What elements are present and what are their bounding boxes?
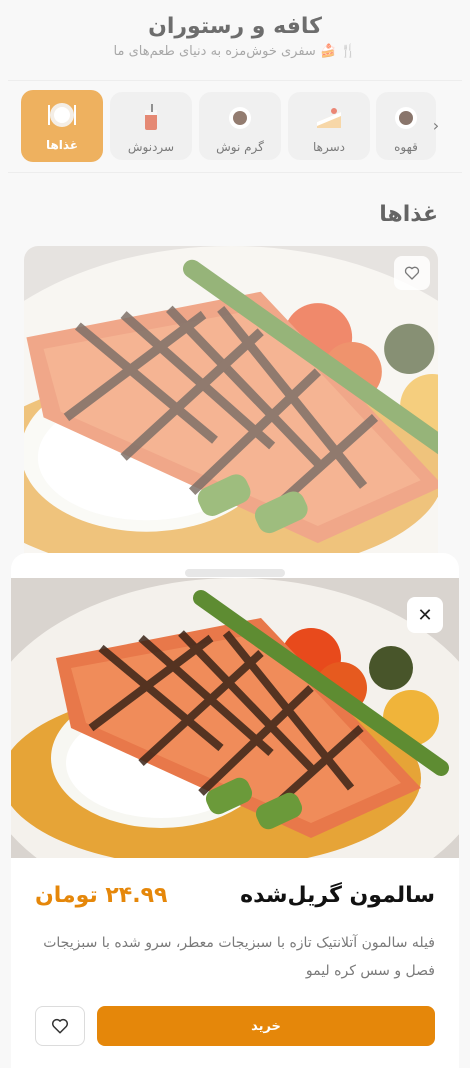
salmon-dish-image <box>11 578 459 858</box>
item-price: ۲۴.۹۹ تومان <box>35 883 168 908</box>
heart-icon <box>51 1018 69 1034</box>
item-image <box>11 578 459 858</box>
sheet-handle[interactable] <box>185 569 285 577</box>
buy-button[interactable]: خرید <box>97 1006 435 1046</box>
item-name: سالمون گریل‌شده <box>240 883 435 908</box>
item-detail-sheet: ✕ سالمون گریل‌شده ۲۴.۹۹ تومان فیله سالمو… <box>11 553 459 1068</box>
favorite-button[interactable] <box>35 1006 85 1046</box>
close-button[interactable]: ✕ <box>407 597 443 633</box>
close-icon: ✕ <box>417 604 433 626</box>
item-description: فیله سالمون آتلانتیک تازه با سبزیجات معط… <box>43 935 435 979</box>
